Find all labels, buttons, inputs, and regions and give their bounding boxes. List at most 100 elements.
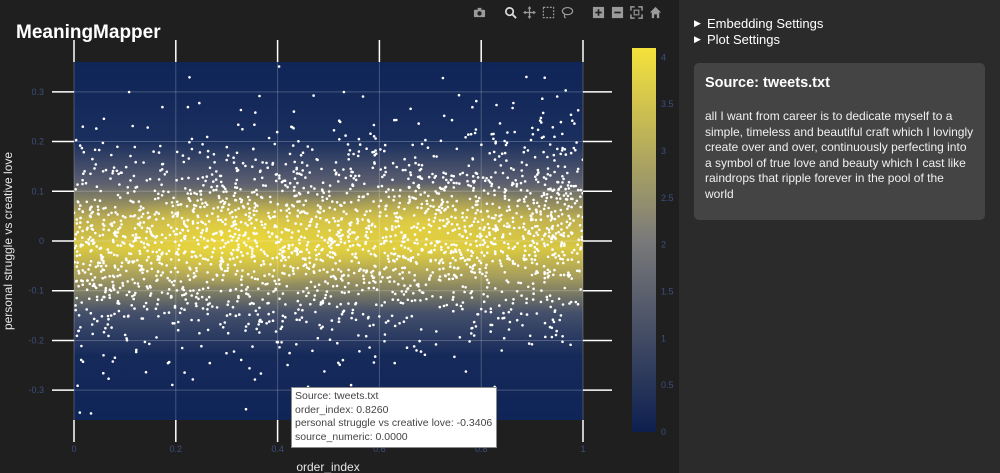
data-point [350, 259, 354, 263]
data-point [557, 254, 561, 257]
data-point [113, 356, 117, 360]
data-point [217, 218, 220, 222]
data-point [328, 194, 331, 198]
data-point [372, 247, 375, 250]
data-point [278, 346, 281, 349]
data-point [369, 252, 373, 256]
zoom-out-icon[interactable] [610, 5, 625, 20]
reset-axes-icon[interactable] [648, 5, 663, 20]
data-point [138, 264, 141, 267]
data-point [192, 289, 195, 292]
pan-icon[interactable] [522, 5, 537, 20]
data-point [292, 170, 296, 173]
data-point [337, 219, 340, 223]
data-point [222, 273, 225, 277]
data-point [166, 292, 170, 295]
data-point [247, 322, 250, 326]
data-point [293, 185, 296, 189]
data-point [333, 240, 337, 243]
data-point [125, 339, 129, 342]
plot-settings-toggle[interactable]: ▶ Plot Settings [694, 32, 780, 47]
colorbar-gradient [632, 48, 656, 432]
data-point [124, 165, 128, 169]
data-point [208, 361, 212, 365]
data-point [316, 336, 320, 340]
data-point [246, 293, 250, 296]
data-point [352, 177, 356, 180]
data-point [122, 315, 126, 318]
data-point [337, 173, 341, 177]
data-point [494, 140, 498, 143]
data-point [494, 214, 498, 217]
data-point [101, 233, 105, 237]
embedding-settings-toggle[interactable]: ▶ Embedding Settings [694, 16, 823, 31]
y-tick-label: -0.2 [28, 335, 44, 345]
y-tick-label: 0.3 [31, 87, 44, 97]
data-point [296, 291, 300, 295]
data-point [262, 262, 266, 266]
data-point [395, 257, 399, 261]
data-point [407, 258, 410, 261]
data-point [116, 193, 120, 197]
data-point [184, 187, 187, 190]
data-point [536, 224, 539, 228]
data-point [120, 261, 124, 265]
y-tick-label: 0.2 [31, 137, 44, 147]
data-point [573, 202, 577, 205]
data-point [79, 326, 82, 329]
data-point [473, 179, 476, 183]
data-point [396, 254, 400, 258]
data-point [251, 165, 254, 168]
autoscale-icon[interactable] [629, 5, 644, 20]
data-point [354, 252, 358, 255]
data-point [344, 134, 347, 137]
data-point [545, 227, 549, 230]
data-point [258, 331, 261, 334]
data-point [146, 287, 150, 290]
data-point [388, 275, 392, 279]
data-point [366, 236, 370, 240]
data-point [557, 297, 561, 301]
data-point [294, 311, 297, 315]
data-point [266, 302, 269, 305]
data-point [78, 253, 82, 257]
data-point [155, 234, 159, 238]
data-point [321, 189, 324, 192]
data-point [567, 271, 570, 275]
data-point [335, 305, 339, 309]
data-point [495, 226, 499, 230]
data-point [489, 330, 493, 333]
data-point [274, 282, 278, 286]
data-point [116, 274, 119, 278]
data-point [478, 259, 481, 263]
data-point [500, 152, 504, 155]
data-point [191, 220, 195, 223]
lasso-icon[interactable] [560, 5, 575, 20]
data-point [266, 282, 269, 286]
data-point [226, 331, 230, 335]
data-point [490, 216, 494, 220]
colorbar-tick-label: 2 [661, 240, 666, 250]
camera-icon[interactable] [472, 5, 487, 20]
data-point [504, 143, 508, 147]
data-point [382, 241, 386, 245]
data-point [153, 197, 157, 201]
data-point [333, 220, 337, 223]
data-point [486, 245, 490, 249]
data-point [102, 117, 106, 121]
box-select-icon[interactable] [541, 5, 556, 20]
data-point [221, 326, 225, 329]
data-point [278, 174, 281, 177]
data-point [142, 305, 146, 308]
zoom-in-icon[interactable] [591, 5, 606, 20]
data-point [505, 225, 509, 229]
data-point [195, 304, 198, 308]
data-point [236, 248, 240, 252]
data-point [398, 215, 402, 219]
data-point [562, 194, 566, 197]
zoom-icon[interactable] [503, 5, 518, 20]
data-point [110, 211, 113, 215]
data-point [425, 297, 428, 301]
data-point [561, 132, 564, 136]
colorbar-tick-label: 1.5 [661, 287, 674, 297]
